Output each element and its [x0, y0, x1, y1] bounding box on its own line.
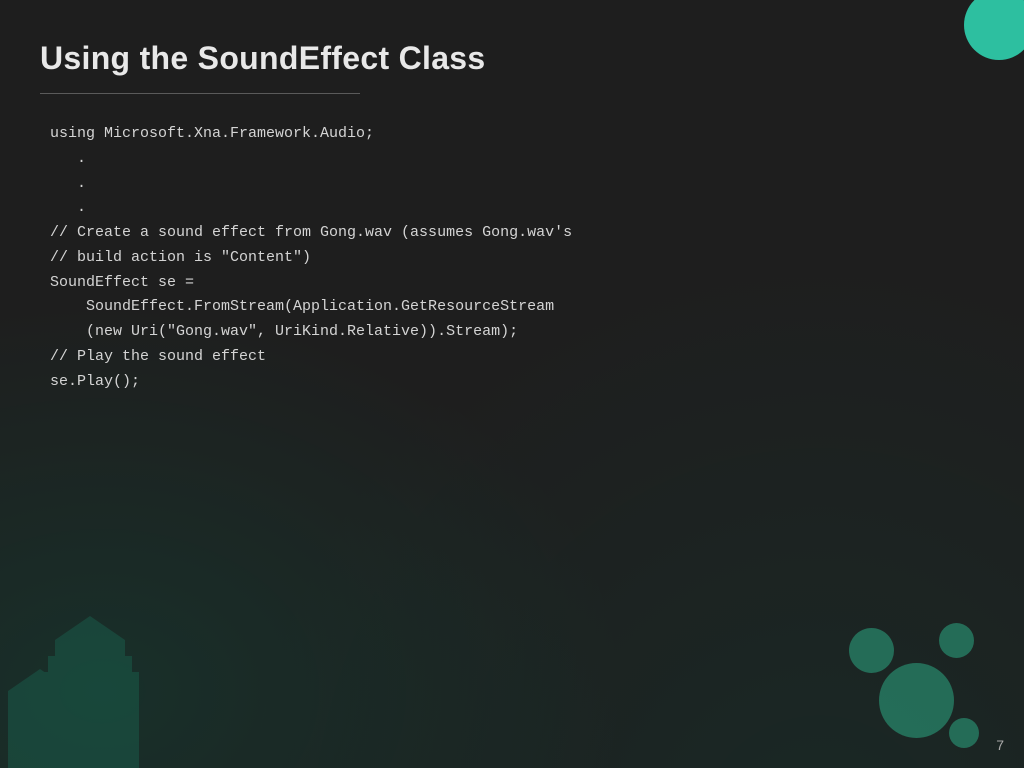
code-line-6: // build action is "Content")	[50, 246, 974, 271]
title-underline	[40, 93, 360, 94]
slide-content: Using the SoundEffect Class using Micros…	[0, 0, 1024, 424]
code-line-11: // Play the sound effect	[50, 345, 974, 370]
code-line-4: .	[50, 196, 974, 221]
code-line-3: .	[50, 172, 974, 197]
code-line-1: using Microsoft.Xna.Framework.Audio;	[50, 122, 974, 147]
code-line-12: se.Play();	[50, 370, 974, 395]
code-line-7: SoundEffect se =	[50, 271, 974, 296]
code-line-2: .	[50, 147, 974, 172]
code-block: using Microsoft.Xna.Framework.Audio; . .…	[40, 122, 974, 394]
deco-molecule	[824, 618, 984, 748]
slide: Using the SoundEffect Class using Micros…	[0, 0, 1024, 768]
code-line-5: // Create a sound effect from Gong.wav (…	[50, 221, 974, 246]
slide-title: Using the SoundEffect Class	[40, 40, 974, 77]
code-line-8: SoundEffect.FromStream(Application.GetRe…	[50, 295, 974, 320]
code-line-9: (new Uri("Gong.wav", UriKind.Relative)).…	[50, 320, 974, 345]
deco-building	[0, 588, 220, 768]
page-number: 7	[996, 737, 1004, 753]
